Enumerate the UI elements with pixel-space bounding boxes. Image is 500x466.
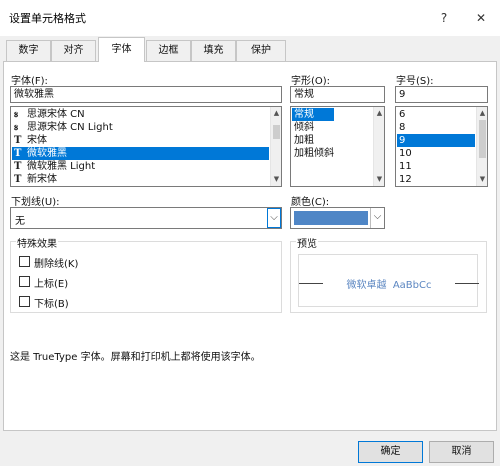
scroll-thumb[interactable] <box>479 120 486 158</box>
cancel-button[interactable]: 取消 <box>429 441 494 463</box>
subscript-checkbox[interactable] <box>19 296 30 307</box>
scroll-thumb[interactable] <box>273 125 280 139</box>
font-input[interactable]: 微软雅黑 <box>10 86 282 103</box>
style-list-scrollbar[interactable]: ▲ ▼ <box>373 107 384 186</box>
preview-sample-text: 微软卓越 AaBbCc <box>346 280 432 291</box>
font-list[interactable]: ᥍ 思源宋体 CN ᥍ 思源宋体 CN Light T 宋体 T 微软雅黑 T 微软雅黑 … <box>10 106 282 187</box>
font-item-label: 宋体 <box>27 135 47 146</box>
preview-title: 预览 <box>296 235 318 250</box>
help-button[interactable]: ? <box>432 6 456 30</box>
dialog-title: 设置单元格格式 <box>9 12 86 25</box>
style-list-item[interactable]: 倾斜 <box>292 121 372 134</box>
preview-baseline-left <box>299 283 323 284</box>
size-list-item-selected[interactable]: 9 <box>397 134 475 147</box>
chevron-down-icon[interactable]: ⌵ <box>267 208 281 228</box>
style-label: 字形(O): <box>291 76 331 87</box>
truetype-icon: T <box>14 148 22 159</box>
underline-select[interactable]: 无 ⌵ <box>10 207 282 229</box>
preview-baseline-right <box>455 283 479 284</box>
truetype-icon: T <box>14 174 22 185</box>
size-input[interactable]: 9 <box>395 86 488 103</box>
scroll-down-arrow-icon[interactable]: ▼ <box>374 174 384 185</box>
font-item-label: 思源宋体 CN Light <box>27 122 113 133</box>
style-list-item-selected[interactable]: 常规 <box>292 108 334 121</box>
style-list-item[interactable]: 加粗倾斜 <box>292 147 372 160</box>
superscript-checkbox[interactable] <box>19 276 30 287</box>
superscript-label[interactable]: 上标(E) <box>34 275 68 290</box>
font-item-label: 微软雅黑 <box>27 148 67 159</box>
subscript-label[interactable]: 下标(B) <box>34 295 69 310</box>
truetype-icon: T <box>14 135 22 146</box>
size-list-item[interactable]: 10 <box>397 147 475 160</box>
strikethrough-label[interactable]: 删除线(K) <box>34 255 78 270</box>
font-type-icon: ᥍ <box>14 122 19 133</box>
preview-box: 微软卓越 AaBbCc <box>298 254 479 307</box>
font-list-item[interactable]: T 新宋体 <box>12 173 269 186</box>
tab-fill[interactable]: 填充 <box>191 40 236 61</box>
color-label: 颜色(C): <box>291 197 330 208</box>
color-swatch <box>294 211 368 225</box>
font-info-text: 这是 TrueType 字体。屏幕和打印机上都将使用该字体。 <box>10 352 261 363</box>
font-list-item[interactable]: T 宋体 <box>12 134 269 147</box>
font-list-item[interactable]: ᥍ 思源宋体 CN <box>12 108 269 121</box>
effects-title: 特殊效果 <box>16 235 58 250</box>
scroll-up-arrow-icon[interactable]: ▲ <box>271 108 281 119</box>
font-item-label: 思源宋体 CN <box>27 109 85 120</box>
style-list[interactable]: 常规 倾斜 加粗 加粗倾斜 ▲ ▼ <box>290 106 385 187</box>
font-type-icon: ᥍ <box>14 109 19 120</box>
scroll-down-arrow-icon[interactable]: ▼ <box>477 174 487 185</box>
font-item-label: 微软雅黑 Light <box>27 161 96 172</box>
size-list-item[interactable]: 8 <box>397 121 475 134</box>
tab-number[interactable]: 数字 <box>6 40 51 61</box>
scroll-up-arrow-icon[interactable]: ▲ <box>477 108 487 119</box>
close-button[interactable]: ✕ <box>469 6 493 30</box>
tab-border[interactable]: 边框 <box>146 40 191 61</box>
size-list-item[interactable]: 12 <box>397 173 475 186</box>
underline-label: 下划线(U): <box>11 197 60 208</box>
size-list-item[interactable]: 6 <box>397 108 475 121</box>
underline-value: 无 <box>15 216 25 227</box>
scroll-up-arrow-icon[interactable]: ▲ <box>374 108 384 119</box>
color-picker[interactable]: ⌵ <box>290 207 385 229</box>
size-label: 字号(S): <box>396 76 434 87</box>
style-list-item[interactable]: 加粗 <box>292 134 372 147</box>
chevron-down-icon[interactable]: ⌵ <box>370 208 384 228</box>
scroll-down-arrow-icon[interactable]: ▼ <box>271 174 281 185</box>
tab-alignment[interactable]: 对齐 <box>51 40 96 61</box>
font-item-label: 新宋体 <box>27 174 57 185</box>
ok-button[interactable]: 确定 <box>358 441 423 463</box>
font-list-item[interactable]: ᥍ 思源宋体 CN Light <box>12 121 269 134</box>
size-list-scrollbar[interactable]: ▲ ▼ <box>476 107 487 186</box>
font-list-item[interactable]: T 微软雅黑 Light <box>12 160 269 173</box>
tab-protection[interactable]: 保护 <box>236 40 286 61</box>
font-label: 字体(F): <box>11 76 48 87</box>
strikethrough-checkbox[interactable] <box>19 256 30 267</box>
font-list-scrollbar[interactable]: ▲ ▼ <box>270 107 281 186</box>
truetype-icon: T <box>14 161 22 172</box>
size-list-item[interactable]: 11 <box>397 160 475 173</box>
size-list[interactable]: 6 8 9 10 11 12 ▲ ▼ <box>395 106 488 187</box>
style-input[interactable]: 常规 <box>290 86 385 103</box>
font-list-item-selected[interactable]: T 微软雅黑 <box>12 147 269 160</box>
tab-font[interactable]: 字体 <box>98 37 145 62</box>
